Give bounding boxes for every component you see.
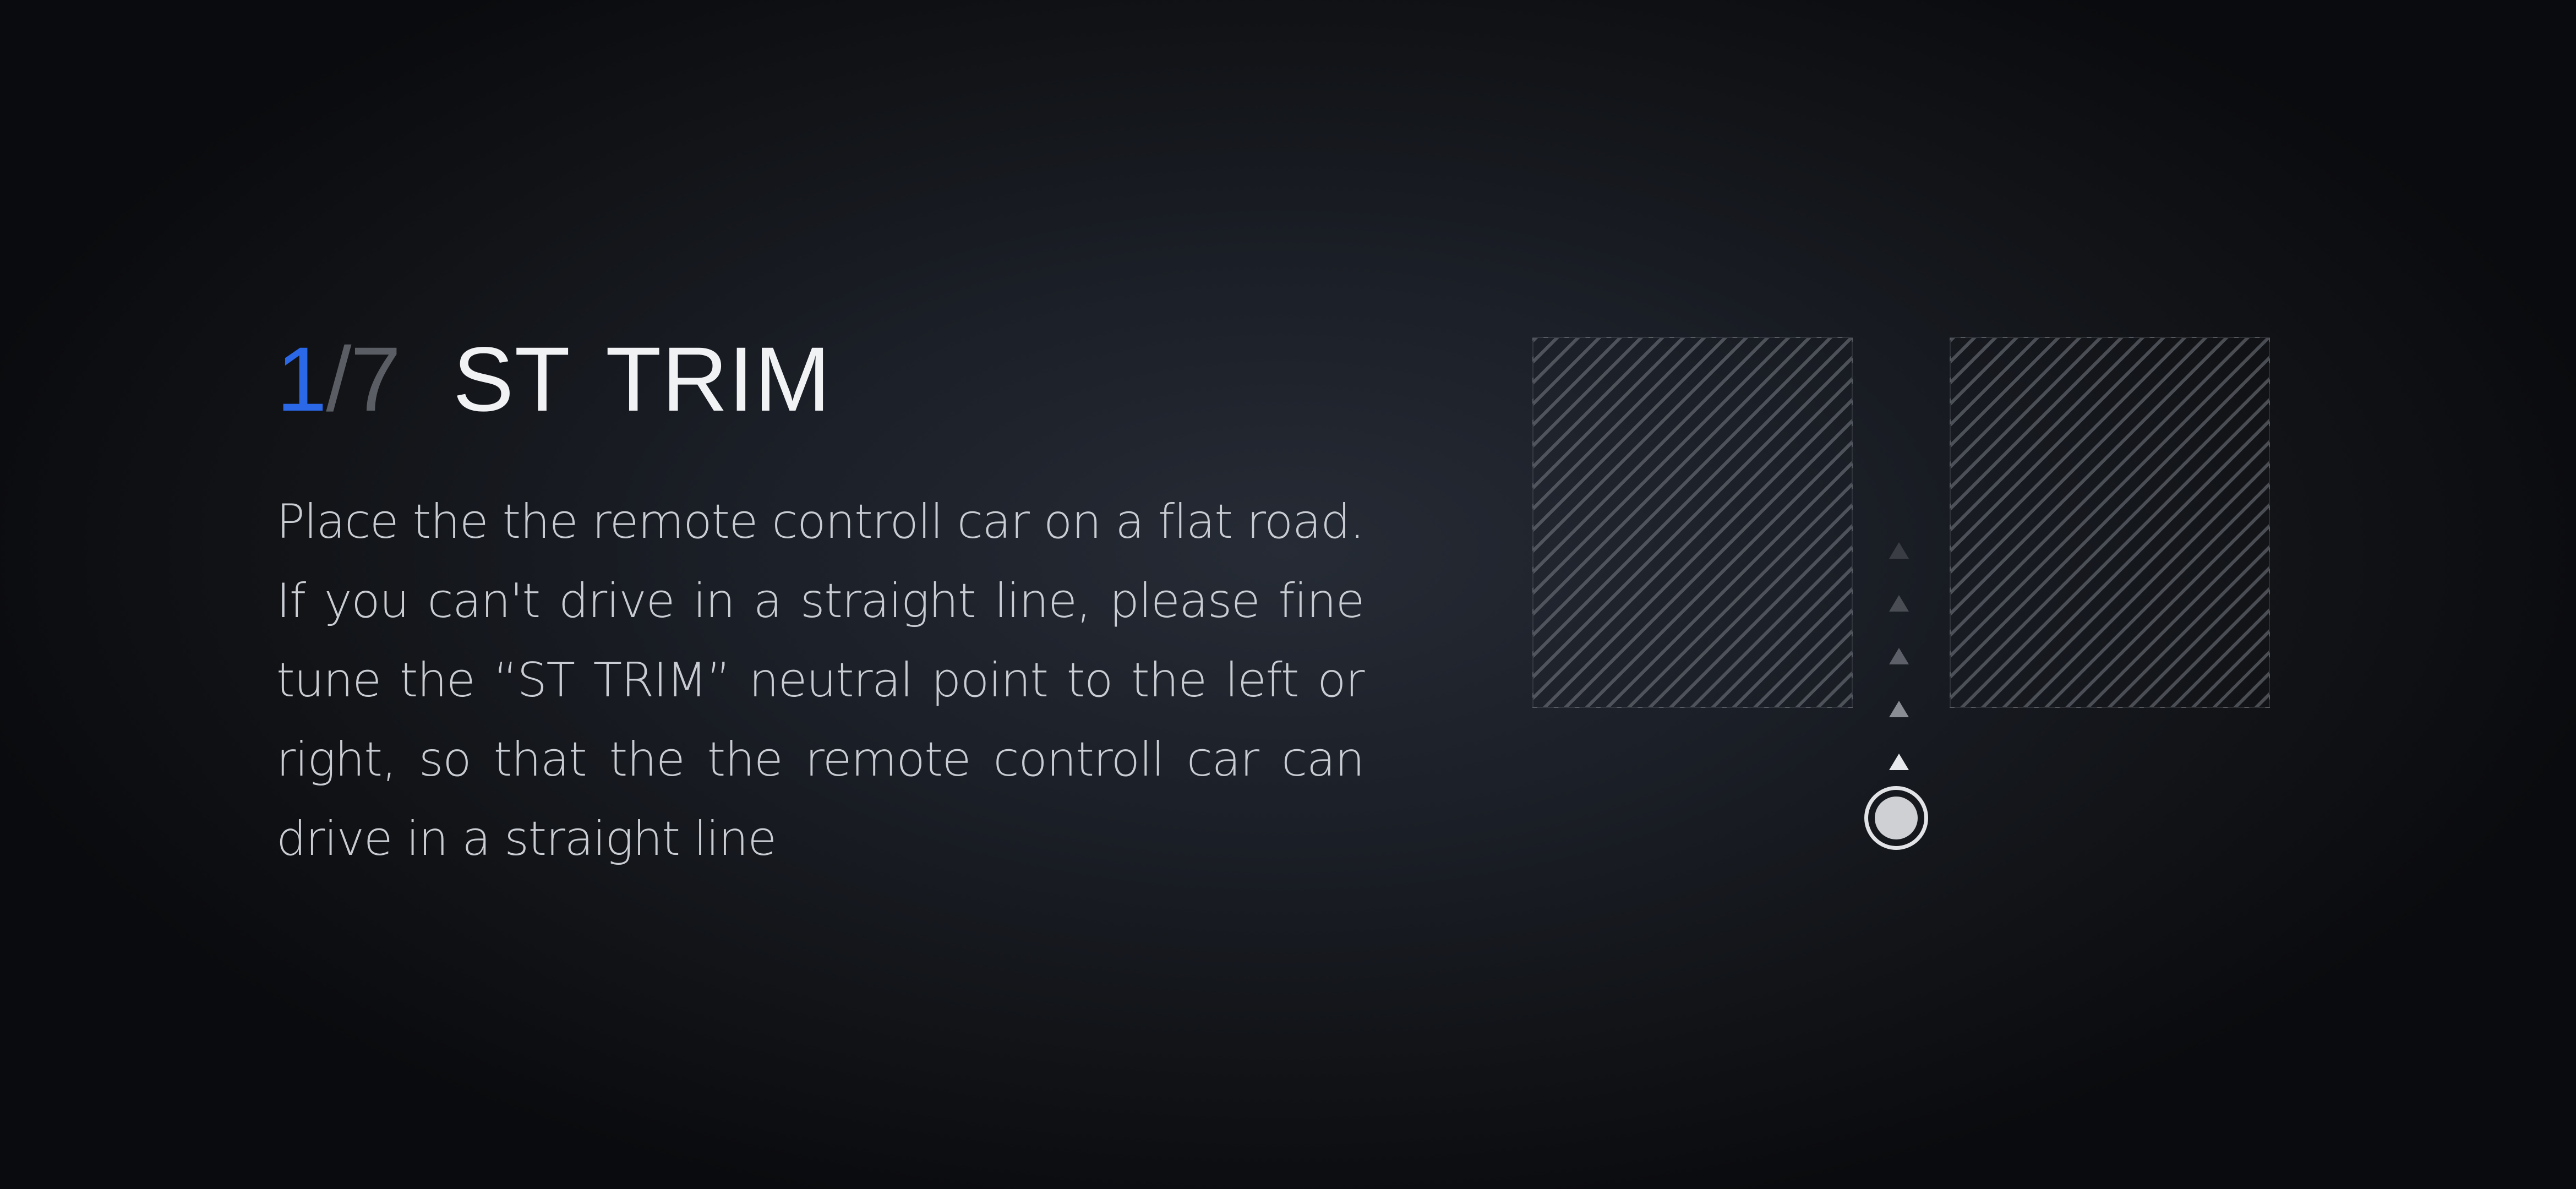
car-position-dot-icon — [1875, 797, 1918, 839]
page-heading: 1/7 ST TRIM — [276, 330, 831, 429]
triangle-up-icon — [1889, 648, 1909, 664]
road-edge-left — [1532, 337, 1853, 708]
st-trim-guide-screen: 1/7 ST TRIM Place the the remote control… — [0, 0, 2576, 1189]
step-total: 7 — [350, 329, 401, 430]
instruction-text: Place the the remote controll car on a f… — [276, 494, 1365, 866]
step-separator: / — [326, 329, 351, 430]
triangle-up-icon — [1889, 595, 1909, 612]
triangle-up-icon — [1889, 754, 1909, 770]
road-edge-right — [1950, 337, 2270, 708]
triangle-up-icon — [1889, 542, 1909, 559]
page-title: ST TRIM — [452, 329, 831, 430]
step-current: 1 — [276, 329, 327, 430]
step-counter: 1/7 — [276, 334, 401, 426]
triangle-up-icon — [1889, 701, 1909, 717]
car-position-marker — [1864, 786, 1928, 850]
